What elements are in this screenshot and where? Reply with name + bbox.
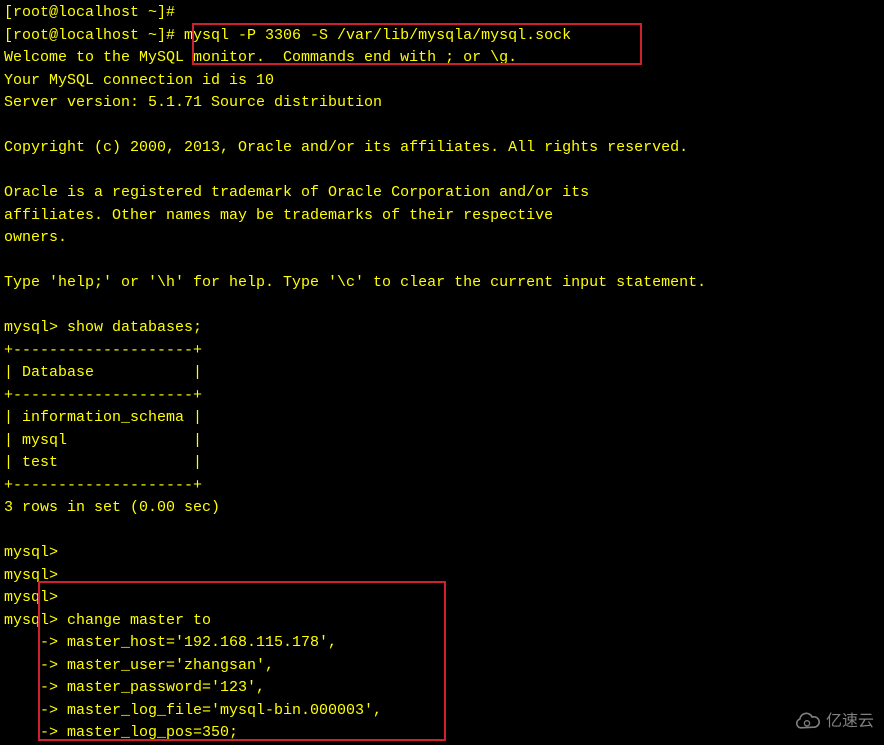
terminal-line: | Database | [4,362,880,385]
terminal-line: +--------------------+ [4,475,880,498]
terminal-line: mysql> [4,565,880,588]
terminal-line [4,520,880,543]
terminal-line: owners. [4,227,880,250]
watermark-text: 亿速云 [826,710,874,734]
terminal-line [4,295,880,318]
terminal-line: affiliates. Other names may be trademark… [4,205,880,228]
terminal-line: | information_schema | [4,407,880,430]
terminal-line: 3 rows in set (0.00 sec) [4,497,880,520]
terminal-line: | mysql | [4,430,880,453]
terminal-line: Server version: 5.1.71 Source distributi… [4,92,880,115]
terminal-line: -> master_host='192.168.115.178', [4,632,880,655]
terminal-line: -> master_log_pos=350; [4,722,880,745]
terminal-line: +--------------------+ [4,385,880,408]
terminal-line: -> master_password='123', [4,677,880,700]
terminal-line: Type 'help;' or '\h' for help. Type '\c'… [4,272,880,295]
terminal-line: [root@localhost ~]# [4,2,880,25]
terminal-line: mysql> change master to [4,610,880,633]
terminal-line: Oracle is a registered trademark of Orac… [4,182,880,205]
terminal-line: -> master_log_file='mysql-bin.000003', [4,700,880,723]
terminal-line: [root@localhost ~]# mysql -P 3306 -S /va… [4,25,880,48]
terminal-line: Copyright (c) 2000, 2013, Oracle and/or … [4,137,880,160]
terminal-line: +--------------------+ [4,340,880,363]
terminal-line: -> master_user='zhangsan', [4,655,880,678]
watermark: 亿速云 [794,709,874,735]
terminal-output[interactable]: [root@localhost ~]# [root@localhost ~]# … [4,2,880,745]
terminal-line [4,250,880,273]
cloud-logo-icon [794,709,820,735]
terminal-line: mysql> [4,587,880,610]
terminal-line: Welcome to the MySQL monitor. Commands e… [4,47,880,70]
terminal-line: | test | [4,452,880,475]
terminal-line [4,160,880,183]
terminal-line: mysql> show databases; [4,317,880,340]
terminal-line [4,115,880,138]
terminal-line: Your MySQL connection id is 10 [4,70,880,93]
terminal-line: mysql> [4,542,880,565]
